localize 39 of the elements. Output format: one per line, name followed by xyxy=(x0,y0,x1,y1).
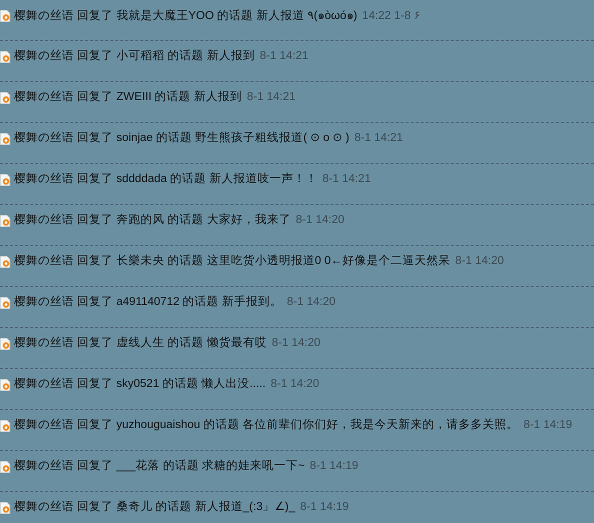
timestamp: 8-1 14:21 xyxy=(260,50,308,62)
activity-text: 樱舞の丝语 回复了 奔跑的风 的话题 大家好，我来了 xyxy=(14,212,291,227)
timestamp: 8-1 14:19 xyxy=(300,500,349,512)
timestamp: 8-1 14:20 xyxy=(286,296,336,308)
document-icon xyxy=(0,379,11,391)
timestamp: 8-1 14:20 xyxy=(270,378,320,390)
timestamp: 8-1 14:21 xyxy=(322,172,371,184)
document-icon xyxy=(0,174,11,186)
activity-text: 樱舞の丝语 回复了 soinjae 的话题 野生熊孩子粗线报道( ⊙ o ⊙ ) xyxy=(14,130,350,145)
activity-text: 樱舞の丝语 回复了 小可稻稻 的话题 新人报到 xyxy=(14,48,255,63)
activity-text: 樱舞の丝语 回复了 sddddada 的话题 新人报道吱一声！！ xyxy=(14,171,318,186)
activity-text: 樱舞の丝语 回复了 虚线人生 的话题 懒货最有哎 xyxy=(14,336,267,350)
activity-text: 樱舞の丝语 回复了 a491140712 的话题 新手报到。 xyxy=(14,294,282,309)
activity-text: 樱舞の丝语 回复了 长樂未央 的话题 这里吃货小透明报道0 0←好像是个二逼天然呆 xyxy=(14,253,450,268)
timestamp: 8-1 14:21 xyxy=(246,90,296,102)
timestamp: 8-1 14:19 xyxy=(310,460,358,472)
activity-text: 樱舞の丝语 回复了 sky0521 的话题 懒人出没..... xyxy=(14,376,266,391)
activity-text: 樱舞の丝语 回复了 yuzhouguaishou 的话题 各位前辈们你们好，我是今天新来的，请多多关照。 xyxy=(14,417,519,432)
timestamp: 14:22 1-8 ۶ xyxy=(362,8,420,22)
timestamp: 8-1 14:21 xyxy=(354,132,403,144)
document-icon xyxy=(0,338,11,350)
activity-text: 樱舞の丝语 回复了 我就是大魔王YOO 的话题 新人报道 ٩(๑òωó๑) xyxy=(14,8,358,24)
document-icon xyxy=(0,51,11,63)
document-icon xyxy=(0,133,11,145)
timestamp: 8-1 14:20 xyxy=(455,254,504,266)
document-icon xyxy=(0,215,11,227)
timestamp: 8-1 14:19 xyxy=(524,418,572,430)
timestamp: 8-1 14:20 xyxy=(296,214,344,226)
timestamp: 8-1 14:20 xyxy=(272,336,320,348)
activity-text: 樱舞の丝语 回复了 ZWEIII 的话题 新人报到 xyxy=(14,89,242,104)
document-icon xyxy=(0,461,11,473)
document-icon xyxy=(0,10,11,22)
document-icon xyxy=(0,502,11,514)
document-icon xyxy=(0,256,11,268)
activity-text: 樱舞の丝语 回复了 桑奇儿 的话题 新人报道_(:3」∠)_ xyxy=(14,499,296,514)
document-icon xyxy=(0,420,11,432)
document-icon xyxy=(0,297,11,309)
document-icon xyxy=(0,92,11,104)
activity-text: 樱舞の丝语 回复了 ___花落 的话题 求糖的娃来吼一下~ xyxy=(14,458,305,473)
